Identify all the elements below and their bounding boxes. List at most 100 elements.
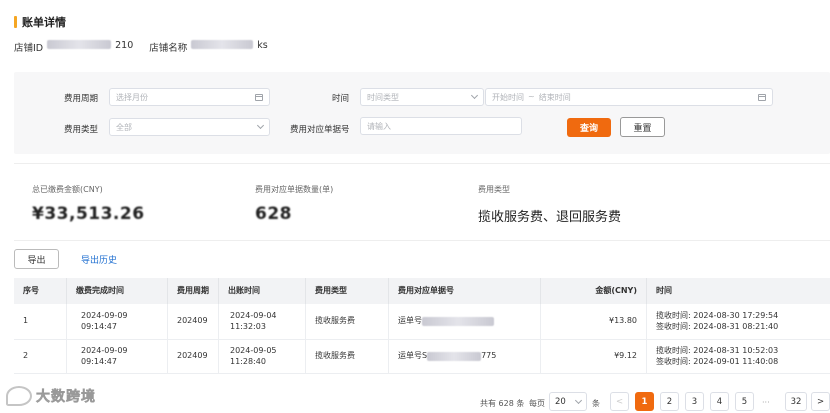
pickup-time: 揽收时间: 2024-08-30 17:29:54 [656, 310, 779, 320]
sign-time: 签收时间: 2024-08-31 08:21:40 [656, 321, 779, 331]
bill-date: 2024-09-05 [230, 345, 277, 355]
pickup-time: 揽收时间: 2024-08-31 10:52:03 [656, 345, 779, 355]
prev-page-button[interactable]: < [610, 392, 629, 411]
fee-type-value: 全部 [116, 122, 132, 132]
paid-time: 09:14:47 [81, 321, 117, 331]
chevron-down-icon [256, 121, 265, 130]
store-info: 店铺ID 210 店铺名称 ks [14, 40, 268, 54]
doc-prefix: 运单号 [398, 316, 422, 326]
doc-no-redacted [427, 352, 482, 361]
docno-input[interactable]: 请输入 [360, 117, 522, 135]
filter-panel [14, 72, 830, 154]
calendar-icon [255, 93, 263, 101]
range-separator: ~ [528, 91, 535, 101]
cell-doc-no: 运单号 [389, 304, 541, 339]
cell-time: 揽收时间: 2024-08-30 17:29:54 签收时间: 2024-08-… [647, 304, 830, 339]
reset-button[interactable]: 重置 [620, 117, 665, 137]
per-page-label: 每页 [529, 399, 545, 408]
section-title: 账单详情 [14, 14, 66, 30]
bill-time: 11:28:40 [230, 356, 266, 366]
bill-time: 11:32:03 [230, 321, 266, 331]
start-placeholder: 开始时间 [492, 92, 524, 102]
chevron-down-icon [574, 396, 583, 404]
next-page-button[interactable]: > [811, 392, 830, 411]
watermark-logo: 大数跨境 [6, 386, 96, 406]
doc-count-value: 628 [255, 204, 292, 224]
fee-type-select[interactable]: 全部 [109, 118, 270, 136]
fee-types-label: 费用类型 [478, 185, 510, 194]
doc-suffix: 775 [481, 351, 497, 361]
cell-paid-time: 2024-09-09 09:14:47 [67, 340, 168, 373]
page-size-select[interactable]: 20 [549, 392, 587, 411]
cell-seq: 1 [14, 304, 67, 339]
table-row: 1 2024-09-09 09:14:47 202409 2024-09-04 … [14, 304, 830, 340]
brand-logo-icon [6, 386, 32, 406]
summary-panel: 总已缴费金额(CNY) ¥33,513.26 费用对应单据数量(单) 628 费… [14, 163, 830, 241]
sign-time: 签收时间: 2024-09-01 11:40:08 [656, 356, 779, 366]
chevron-down-icon [470, 91, 479, 100]
period-picker[interactable]: 选择月份 [109, 88, 270, 106]
col-time: 时间 [656, 285, 672, 295]
col-bill-time: 出账时间 [219, 278, 306, 304]
store-name-label: 店铺名称 [149, 43, 188, 54]
store-id-suffix: 210 [115, 40, 134, 51]
cell-paid-time: 2024-09-09 09:14:47 [67, 304, 168, 339]
col-paid-time: 缴费完成时间 [67, 278, 168, 304]
paid-date: 2024-09-09 [81, 345, 128, 355]
col-period: 费用周期 [168, 278, 219, 304]
page-ellipsis[interactable]: ··· [762, 398, 770, 407]
brand-name: 大数跨境 [36, 389, 96, 406]
cell-bill-time: 2024-09-04 11:32:03 [219, 304, 306, 339]
table-row: 2 2024-09-09 09:14:47 202409 2024-09-05 … [14, 340, 830, 374]
total-amount-value: ¥33,513.26 [32, 204, 145, 224]
page-2[interactable]: 2 [660, 392, 679, 411]
cell-seq: 2 [14, 340, 67, 373]
title-accent-bar [14, 16, 17, 28]
page-size-unit: 条 [592, 399, 600, 408]
page-1[interactable]: 1 [635, 392, 654, 411]
bill-date: 2024-09-04 [230, 310, 277, 320]
store-id-label: 店铺ID [14, 43, 44, 54]
time-type-select[interactable]: 时间类型 [360, 88, 484, 106]
cell-period: 202409 [168, 304, 219, 339]
docno-label: 费用对应单据号 [290, 125, 350, 135]
page-5[interactable]: 5 [735, 392, 754, 411]
doc-no-redacted [422, 317, 494, 326]
export-history-link[interactable]: 导出历史 [81, 253, 117, 266]
cell-doc-no: 运单号S 775 [389, 340, 541, 373]
type-label: 费用类型 [64, 125, 99, 135]
col-fee-type: 费用类型 [306, 278, 389, 304]
time-label: 时间 [332, 94, 350, 104]
paid-time: 09:14:47 [81, 356, 117, 366]
store-id-redacted [47, 40, 112, 49]
cell-amount: ¥13.80 [541, 304, 647, 339]
page-size-value: 20 [555, 396, 566, 407]
end-placeholder: 结束时间 [538, 92, 571, 102]
fee-types-value: 揽收服务费、退回服务费 [478, 210, 622, 225]
calendar-icon [758, 93, 766, 101]
col-amount: 金额(CNY) [541, 278, 647, 304]
cell-fee-type: 揽收服务费 [306, 304, 389, 339]
cell-period: 202409 [168, 340, 219, 373]
docno-placeholder: 请输入 [367, 121, 391, 131]
page-title: 账单详情 [22, 16, 66, 29]
cell-time: 揽收时间: 2024-08-31 10:52:03 签收时间: 2024-09-… [647, 340, 830, 373]
table-header: 序号 缴费完成时间 费用周期 出账时间 费用类型 费用对应单据号 金额(CNY)… [14, 278, 830, 304]
col-seq: 序号 [14, 278, 67, 304]
export-button[interactable]: 导出 [14, 249, 59, 269]
total-count: 共有 628 条 [480, 399, 525, 408]
col-doc-no: 费用对应单据号 [389, 278, 541, 304]
doc-count-label: 费用对应单据数量(单) [255, 185, 334, 194]
date-range-picker[interactable]: 开始时间 ~ 结束时间 [485, 88, 773, 106]
cell-fee-type: 揽收服务费 [306, 340, 389, 373]
search-button[interactable]: 查询 [567, 118, 611, 137]
page-3[interactable]: 3 [685, 392, 704, 411]
page-4[interactable]: 4 [710, 392, 729, 411]
period-placeholder: 选择月份 [116, 92, 148, 102]
page-last[interactable]: 32 [785, 392, 807, 411]
cell-amount: ¥9.12 [541, 340, 647, 373]
time-type-placeholder: 时间类型 [367, 92, 399, 102]
doc-prefix: 运单号S [398, 351, 428, 361]
bill-table: 序号 缴费完成时间 费用周期 出账时间 费用类型 费用对应单据号 金额(CNY)… [14, 278, 830, 374]
store-name-suffix: ks [257, 40, 268, 51]
